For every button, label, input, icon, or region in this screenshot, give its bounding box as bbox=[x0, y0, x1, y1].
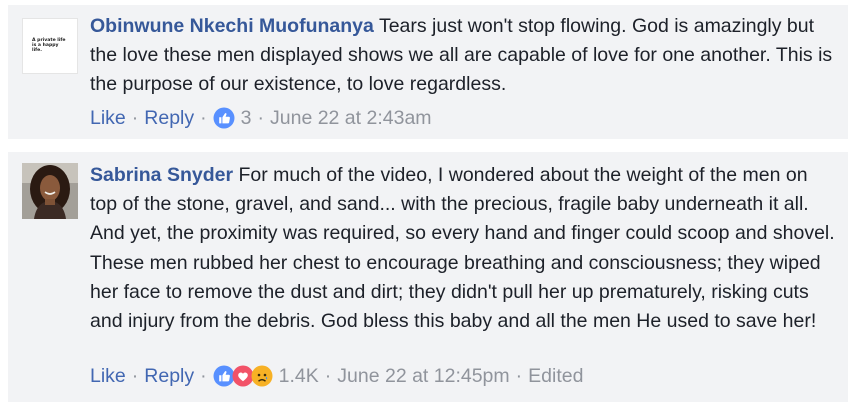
like-link[interactable]: Like bbox=[90, 106, 126, 130]
like-icon bbox=[213, 107, 235, 129]
avatar[interactable]: A private life is a happy life. bbox=[22, 18, 78, 74]
edited-label[interactable]: Edited bbox=[528, 364, 583, 388]
comment-author-link[interactable]: Obinwune Nkechi Muofunanya bbox=[90, 15, 374, 37]
sad-icon bbox=[251, 365, 273, 387]
comment-text: For much of the video, I wondered about … bbox=[90, 164, 835, 333]
reaction-count[interactable]: 1.4K bbox=[279, 364, 319, 388]
separator-dot: · bbox=[515, 365, 523, 387]
separator-dot: · bbox=[324, 365, 332, 387]
reactions-summary[interactable] bbox=[213, 107, 235, 129]
reply-link[interactable]: Reply bbox=[144, 106, 194, 130]
comment-timestamp[interactable]: June 22 at 12:45pm bbox=[337, 364, 509, 388]
comment-timestamp[interactable]: June 22 at 2:43am bbox=[270, 106, 432, 130]
reactions-summary[interactable] bbox=[213, 365, 273, 387]
reply-link[interactable]: Reply bbox=[144, 364, 194, 388]
separator-dot: · bbox=[200, 107, 207, 129]
comment-body: Obinwune Nkechi Muofunanya Tears just wo… bbox=[90, 12, 838, 100]
comment-author-link[interactable]: Sabrina Snyder bbox=[90, 164, 233, 186]
separator-dot: · bbox=[200, 365, 207, 387]
separator-dot: · bbox=[131, 107, 139, 129]
separator-dot: · bbox=[131, 365, 139, 387]
comment-item: A private life is a happy life. Obinwune… bbox=[8, 5, 848, 139]
comment-actions: Like · Reply · 3 · June 22 at 2:43am bbox=[90, 106, 432, 130]
reaction-count[interactable]: 3 bbox=[241, 106, 252, 130]
comment-body: Sabrina Snyder For much of the video, I … bbox=[90, 161, 838, 336]
profile-photo-image bbox=[22, 163, 78, 219]
comment-item: Sabrina Snyder For much of the video, I … bbox=[8, 152, 848, 402]
avatar[interactable] bbox=[22, 163, 78, 219]
like-link[interactable]: Like bbox=[90, 364, 126, 388]
avatar-quote-image: A private life is a happy life. bbox=[32, 38, 66, 53]
comment-actions: Like · Reply · 1.4K · June 22 at 12:45pm… bbox=[90, 364, 583, 388]
separator-dot: · bbox=[257, 107, 265, 129]
